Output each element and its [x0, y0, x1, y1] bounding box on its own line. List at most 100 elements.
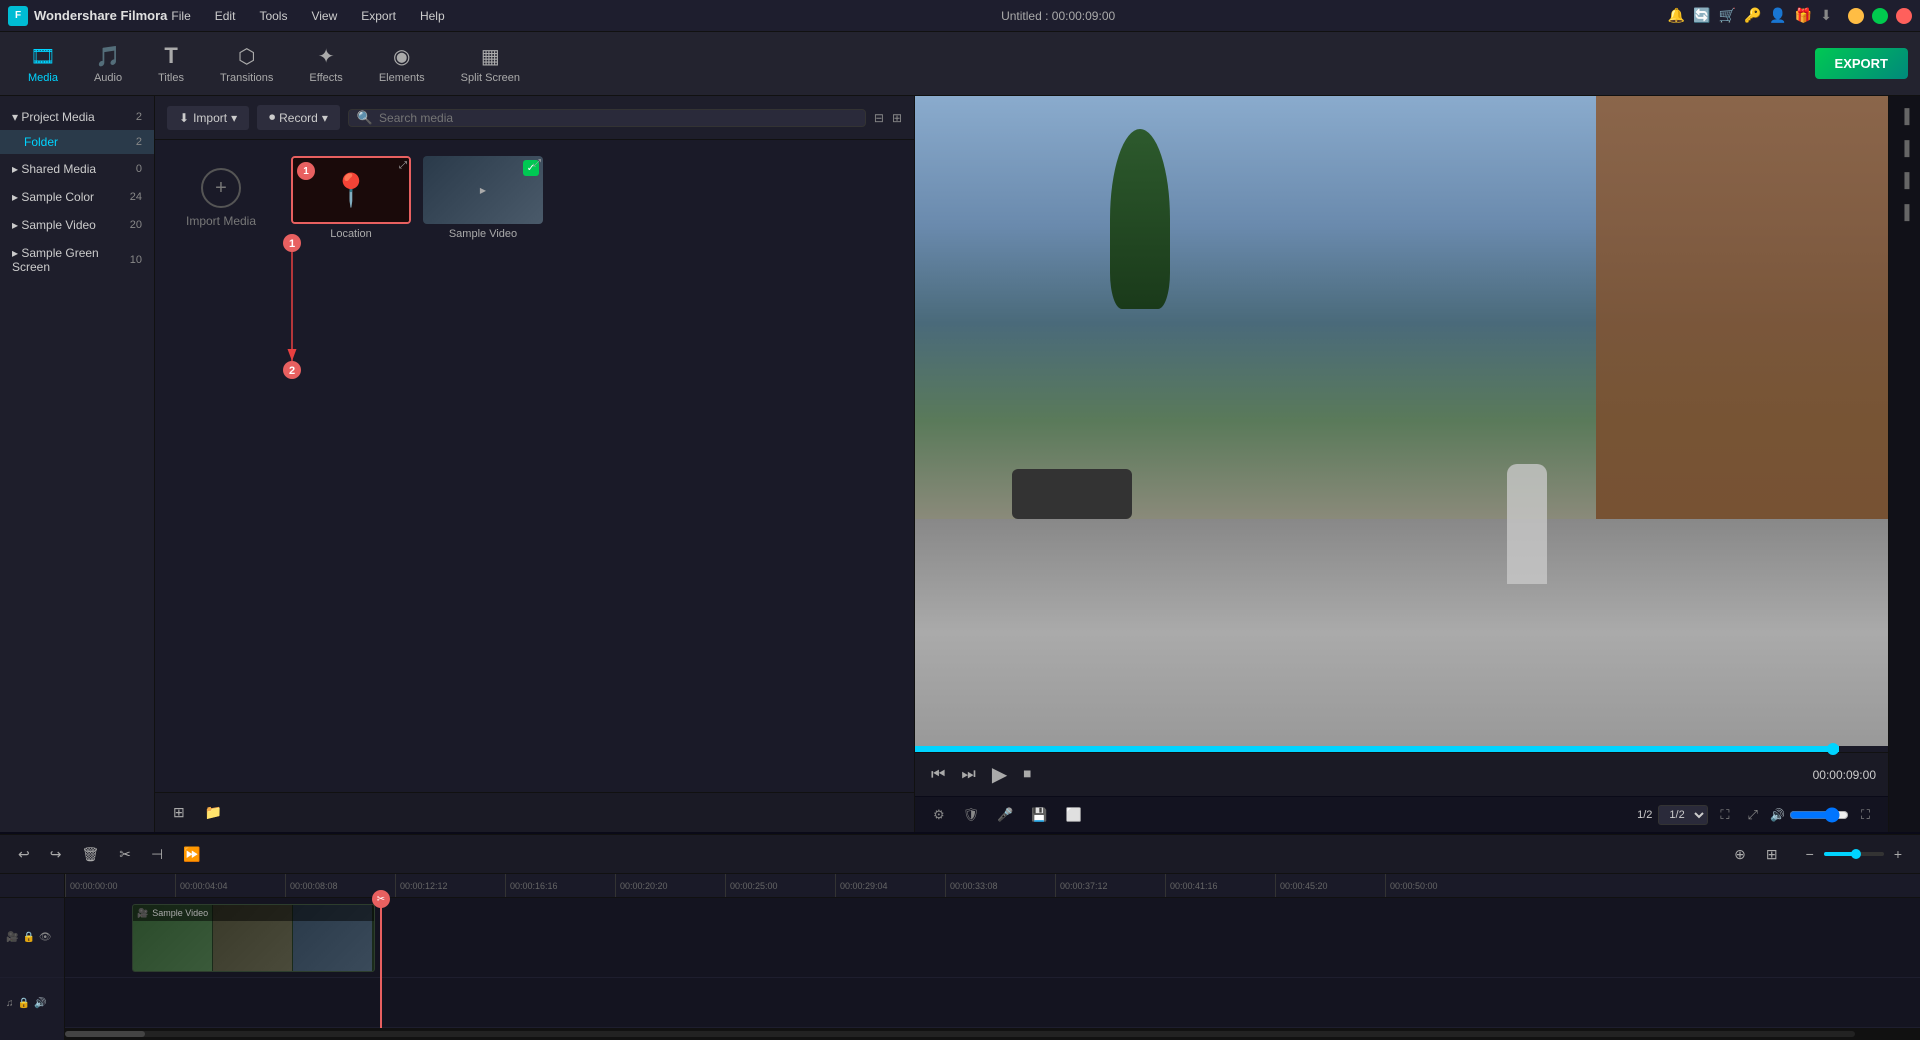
media-item-samplevideo[interactable]: ▶ ✓ ⤢ Sample Video: [423, 156, 543, 240]
import-button[interactable]: ⬇ Import ▾: [167, 106, 249, 130]
titles-icon: T: [164, 43, 177, 69]
expand-icon[interactable]: ⛶: [1855, 804, 1876, 826]
delete-button[interactable]: 🗑: [75, 842, 105, 867]
play-button[interactable]: ▶: [988, 758, 1011, 791]
menu-view[interactable]: View: [307, 7, 341, 25]
sidebar-samplecolor-label: ▸ Sample Color: [12, 190, 94, 204]
save-frame-icon[interactable]: 💾: [1025, 804, 1053, 826]
audio-speaker-icon[interactable]: 🔊: [34, 998, 46, 1009]
menu-help[interactable]: Help: [416, 7, 449, 25]
record-button[interactable]: ⏺ Record ▾: [257, 105, 340, 130]
menu-tools[interactable]: Tools: [255, 7, 291, 25]
samplevideo-label: Sample Video: [423, 228, 543, 240]
preview-panel: ⏮ ⏭ ▶ ⏹ 00:00:09:00 ⚙ 🛡 🎤 💾 ⬜ 1/2 1/2 1/…: [915, 96, 1888, 832]
key-icon[interactable]: 🔑: [1744, 7, 1761, 24]
video-icon: 🎥: [6, 932, 18, 943]
menu-file[interactable]: File: [167, 7, 194, 25]
export-button[interactable]: EXPORT: [1815, 48, 1908, 79]
minimize-button[interactable]: –: [1848, 8, 1864, 24]
next-frame-button[interactable]: ⏭: [957, 762, 979, 788]
svg-text:2: 2: [289, 365, 295, 377]
toolbar-audio[interactable]: 🎵 Audio: [78, 38, 138, 90]
logo-icon: F: [8, 6, 28, 26]
filter-icon[interactable]: ⊟: [874, 111, 884, 125]
add-track-button[interactable]: ⊞: [167, 800, 191, 825]
zoom-out-button[interactable]: −: [1800, 842, 1820, 866]
prev-frame-button[interactable]: ⏮: [927, 762, 949, 788]
video-clip-samplevideo[interactable]: 🎥 Sample Video: [132, 904, 375, 972]
ruler-mark-12: 00:00:50:00: [1385, 874, 1495, 898]
shrink-icon[interactable]: ⤢: [1742, 804, 1764, 826]
media-panel: ⬇ Import ▾ ⏺ Record ▾ 🔍 ⊟ ⊞ + Import: [155, 96, 915, 832]
speed-button[interactable]: ⏩: [177, 842, 206, 867]
gift-icon[interactable]: 🎁: [1795, 7, 1812, 24]
sidebar-item-folder[interactable]: Folder 2: [0, 130, 154, 154]
audio-lock-icon[interactable]: 🔒: [18, 998, 30, 1009]
folder-count: 2: [136, 136, 142, 148]
toolbar-effects[interactable]: ✦ Effects: [293, 38, 358, 90]
preview-bottom-controls: ⚙ 🛡 🎤 💾 ⬜ 1/2 1/2 1/1 2x ⛶ ⤢ 🔊 ⛶: [915, 796, 1888, 832]
right-icon-3[interactable]: ▐: [1896, 168, 1914, 192]
timeline-scroll[interactable]: 00:00:00:00 00:00:04:04 00:00:08:08 00:0…: [65, 874, 1920, 1040]
grid-icon[interactable]: ⊞: [892, 111, 902, 125]
media-panel-toolbar: ⬇ Import ▾ ⏺ Record ▾ 🔍 ⊟ ⊞: [155, 96, 914, 140]
video-track: 🎥 Sample Video: [65, 898, 1920, 978]
snap-button[interactable]: ⊞: [1760, 842, 1784, 867]
toolbar-transitions[interactable]: ⬡ Transitions: [204, 38, 289, 90]
audio-track-icon: ♫: [6, 998, 14, 1009]
location-label: Location: [291, 228, 411, 240]
media-item-location[interactable]: 📍 1 ⤢ Location: [291, 156, 411, 240]
right-icon-2[interactable]: ▐: [1896, 136, 1914, 160]
right-icon-4[interactable]: ▐: [1896, 200, 1914, 224]
scrollbar-thumb[interactable]: [65, 1031, 145, 1037]
zoom-in-button[interactable]: +: [1888, 842, 1908, 866]
cut-button[interactable]: ✂: [113, 842, 137, 867]
undo-button[interactable]: ↩: [12, 842, 36, 867]
annotation-2-circle: [283, 361, 301, 379]
lock-icon[interactable]: 🔒: [22, 932, 34, 943]
sidebar-header-samplecolor[interactable]: ▸ Sample Color 24: [0, 184, 154, 210]
sidebar-samplecolor-count: 24: [130, 191, 142, 203]
user-icon[interactable]: 👤: [1769, 7, 1786, 24]
shield-icon[interactable]: 🛡: [957, 804, 986, 826]
sidebar-header-shared[interactable]: ▸ Shared Media 0: [0, 156, 154, 182]
search-input[interactable]: [379, 111, 857, 125]
add-marker-button[interactable]: ⊕: [1728, 842, 1752, 867]
close-button[interactable]: ✕: [1896, 8, 1912, 24]
audio-track-label: ♫ 🔒 🔊: [0, 978, 64, 1028]
toolbar-splitscreen[interactable]: ▦ Split Screen: [445, 38, 536, 90]
menu-export[interactable]: Export: [357, 7, 400, 25]
toolbar-elements[interactable]: ◉ Elements: [363, 38, 441, 90]
sidebar-header-project[interactable]: ▾ Project Media 2: [0, 104, 154, 130]
clip-header: 🎥 Sample Video: [133, 905, 374, 921]
toolbar-titles[interactable]: T Titles: [142, 37, 200, 90]
cart-icon[interactable]: 🛒: [1719, 7, 1736, 24]
fullscreen-icon[interactable]: ⛶: [1714, 804, 1735, 826]
menu-bar: File Edit Tools View Export Help: [167, 7, 448, 25]
track-labels: 🎥 🔒 👁 ♫ 🔒 🔊: [0, 874, 65, 1040]
trim-button[interactable]: ⊣: [145, 842, 169, 867]
import-media-placeholder[interactable]: + Import Media: [171, 156, 271, 240]
right-icon-1[interactable]: ▐: [1896, 104, 1914, 128]
toolbar-media[interactable]: 🎞 Media: [12, 38, 74, 90]
sidebar-header-samplevideo[interactable]: ▸ Sample Video 20: [0, 212, 154, 238]
menu-edit[interactable]: Edit: [211, 7, 240, 25]
maximize-button[interactable]: □: [1872, 8, 1888, 24]
redo-button[interactable]: ↪: [44, 842, 68, 867]
speed-select[interactable]: 1/2 1/1 2x: [1658, 805, 1708, 825]
record-label: Record: [279, 111, 318, 125]
folder-button[interactable]: 📁: [199, 800, 228, 825]
crop-icon[interactable]: ⬜: [1060, 804, 1088, 826]
bell-icon[interactable]: 🔔: [1668, 7, 1685, 24]
sidebar-group-samplevideo: ▸ Sample Video 20: [0, 212, 154, 238]
eye-icon[interactable]: 👁: [39, 932, 52, 943]
volume-slider[interactable]: [1789, 807, 1849, 823]
settings-icon[interactable]: ⚙: [927, 804, 951, 826]
sync-icon[interactable]: 🔄: [1693, 7, 1710, 24]
ruler-mark-0: 00:00:00:00: [65, 874, 175, 898]
mic-icon[interactable]: 🎤: [991, 804, 1019, 826]
stop-button[interactable]: ⏹: [1019, 762, 1035, 788]
timeline-toolbar: ↩ ↪ 🗑 ✂ ⊣ ⏩ ⊕ ⊞ − +: [0, 834, 1920, 874]
sidebar-header-greenscreen[interactable]: ▸ Sample Green Screen 10: [0, 240, 154, 280]
download-icon[interactable]: ⬇: [1820, 7, 1832, 24]
